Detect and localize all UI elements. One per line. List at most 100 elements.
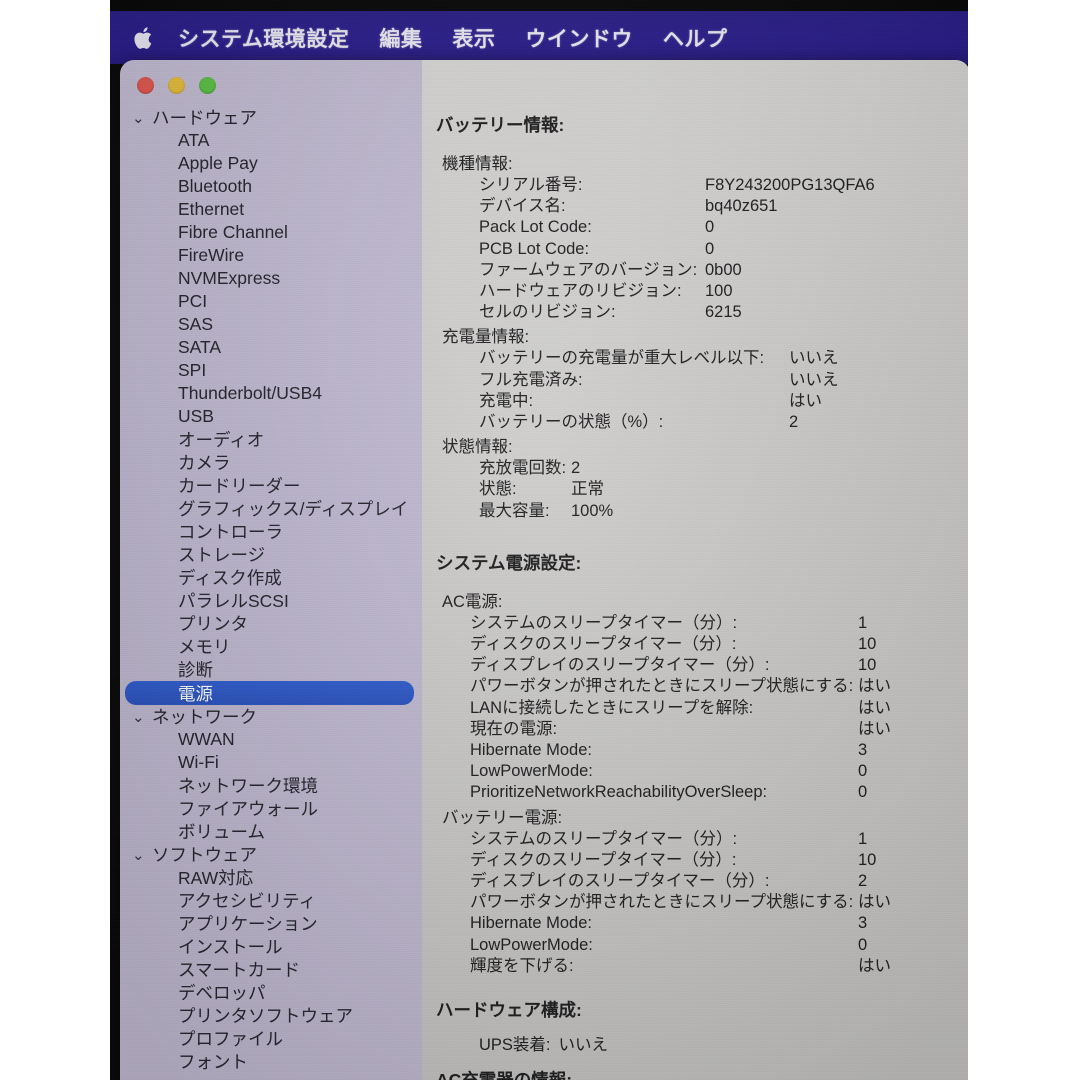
sidebar-item-label: FireWire bbox=[178, 245, 245, 265]
sidebar-item-item-38[interactable]: デベロッパ bbox=[120, 981, 422, 1004]
info-row-value: はい bbox=[789, 391, 822, 410]
menu-item-edit[interactable]: 編集 bbox=[379, 23, 422, 53]
info-row-label: ディスクのスリープタイマー（分）: bbox=[470, 635, 737, 654]
sidebar-item-scsi[interactable]: パラレルSCSI bbox=[120, 589, 422, 612]
info-row-label: Pack Lot Code: bbox=[479, 218, 592, 237]
sidebar-item-item-41[interactable]: フォント bbox=[120, 1050, 422, 1073]
close-button[interactable] bbox=[137, 76, 154, 94]
info-row-label: 現在の電源: bbox=[470, 719, 558, 738]
info-row: PrioritizeNetworkReachabilityOverSleep: 0 bbox=[422, 782, 968, 803]
sidebar-item-item-36[interactable]: インストール bbox=[120, 935, 422, 958]
sidebar-item-item-14[interactable]: オーディオ bbox=[120, 428, 422, 451]
sidebar-item-item-16[interactable]: カードリーダー bbox=[120, 474, 422, 497]
menu-item-window[interactable]: ウインドウ bbox=[525, 23, 633, 53]
sidebar-item-item-17[interactable]: グラフィックス/ディスプレイ bbox=[120, 497, 422, 520]
sidebar-item-item-37[interactable]: スマートカード bbox=[120, 958, 422, 981]
sidebar-item-item-22[interactable]: プリンタ bbox=[120, 612, 422, 635]
info-row-label: Hibernate Mode: bbox=[470, 914, 592, 933]
sidebar-item-item-25[interactable]: 電源 bbox=[125, 681, 414, 705]
sidebar-item-wi-fi[interactable]: Wi-Fi bbox=[120, 751, 422, 774]
apple-logo-icon[interactable] bbox=[132, 23, 158, 53]
sidebar-item-item-32[interactable]: ⌄ ソフトウェア bbox=[120, 843, 422, 866]
info-row-label: デバイス名: bbox=[479, 197, 566, 216]
sidebar-item-label: オーディオ bbox=[178, 430, 265, 450]
sidebar-item-item-34[interactable]: アクセシビリティ bbox=[120, 889, 422, 912]
sidebar-item-nvmexpress[interactable]: NVMExpress bbox=[120, 267, 422, 290]
sidebar-item-wwan[interactable]: WWAN bbox=[120, 728, 422, 751]
info-row: 現在の電源: はい bbox=[422, 719, 968, 740]
sidebar-item-label: スマートカード bbox=[178, 960, 300, 980]
sidebar-item-item-0[interactable]: ⌄ ハードウェア bbox=[120, 106, 422, 129]
sidebar-item-label: SAS bbox=[178, 314, 214, 334]
menu-item-app[interactable]: システム環境設定 bbox=[178, 23, 349, 53]
sidebar-item-thunderbolt-usb4[interactable]: Thunderbolt/USB4 bbox=[120, 382, 422, 405]
chevron-down-icon[interactable]: ⌄ bbox=[132, 846, 149, 864]
sidebar-item-fibre-channel[interactable]: Fibre Channel bbox=[120, 221, 422, 244]
sidebar-item-item-18[interactable]: コントローラ bbox=[120, 520, 422, 543]
info-row-label: 状態: bbox=[479, 480, 517, 499]
sidebar-item-item-23[interactable]: メモリ bbox=[120, 635, 422, 658]
sidebar-item-label: Ethernet bbox=[178, 199, 245, 219]
sidebar-item-item-30[interactable]: ファイアウォール bbox=[120, 797, 422, 820]
sidebar-item-label: コントローラ bbox=[178, 522, 283, 542]
sidebar-item-firewire[interactable]: FireWire bbox=[120, 244, 422, 267]
menu-item-help[interactable]: ヘルプ bbox=[663, 23, 728, 53]
info-row-value: 0 bbox=[705, 239, 715, 258]
info-row: Hibernate Mode: 3 bbox=[422, 740, 968, 761]
chevron-down-icon[interactable]: ⌄ bbox=[132, 109, 149, 127]
sidebar-item-label: アプリケーション bbox=[178, 914, 318, 934]
subsection-battery-power: バッテリー電源: bbox=[442, 808, 563, 827]
sidebar-item-item-20[interactable]: ディスク作成 bbox=[120, 566, 422, 589]
info-row-value: 1 bbox=[858, 613, 868, 632]
sidebar-item-item-35[interactable]: アプリケーション bbox=[120, 912, 422, 935]
sidebar-item-item-24[interactable]: 診断 bbox=[120, 658, 422, 681]
info-row-value: 6215 bbox=[705, 303, 742, 322]
sidebar-item-raw[interactable]: RAW対応 bbox=[120, 866, 422, 889]
sidebar-item-label: デベロッパ bbox=[178, 983, 266, 1003]
info-row-value: はい bbox=[858, 698, 891, 717]
info-row: パワーボタンが押されたときにスリープ状態にする: はい bbox=[422, 676, 968, 697]
sidebar-item-label: ボリューム bbox=[178, 822, 265, 842]
sidebar-item-pci[interactable]: PCI bbox=[120, 290, 422, 313]
info-row: UPS装着: いいえ bbox=[422, 1035, 968, 1056]
sidebar-item-item-39[interactable]: プリンタソフトウェア bbox=[120, 1004, 422, 1027]
info-row: 充電中: はい bbox=[422, 391, 968, 412]
menu-item-view[interactable]: 表示 bbox=[452, 23, 495, 53]
info-row: LowPowerMode: 0 bbox=[422, 935, 968, 956]
sidebar-item-sas[interactable]: SAS bbox=[120, 313, 422, 336]
subsection-battery-status: 状態情報: bbox=[442, 438, 513, 457]
sidebar-item-usb[interactable]: USB bbox=[120, 405, 422, 428]
sidebar-item-label: SATA bbox=[178, 337, 222, 357]
info-row-value: 3 bbox=[858, 741, 868, 760]
info-row-value: 100 bbox=[705, 282, 733, 301]
sidebar-item-ata[interactable]: ATA bbox=[120, 129, 422, 152]
sidebar-item-item-26[interactable]: ⌄ ネットワーク bbox=[120, 705, 422, 728]
sidebar-item-ethernet[interactable]: Ethernet bbox=[120, 198, 422, 221]
info-row: システムのスリープタイマー（分）: 1 bbox=[422, 613, 968, 634]
info-row-value: はい bbox=[858, 893, 891, 912]
info-row: ディスプレイのスリープタイマー（分）: 10 bbox=[422, 655, 968, 676]
sidebar-item-bluetooth[interactable]: Bluetooth bbox=[120, 175, 422, 198]
minimize-button[interactable] bbox=[168, 76, 185, 94]
sidebar-item-label: ファイアウォール bbox=[178, 799, 318, 819]
sidebar-item-label: 診断 bbox=[178, 660, 213, 680]
info-row-value: 0 bbox=[858, 783, 868, 802]
sidebar-item-item-31[interactable]: ボリューム bbox=[120, 820, 422, 843]
sidebar-item-label: ネットワーク bbox=[152, 707, 257, 727]
content-panel[interactable]: バッテリー情報: 機種情報: シリアル番号: F8Y243200PG13QFA6 デ… bbox=[422, 60, 968, 1080]
sidebar-item-sata[interactable]: SATA bbox=[120, 336, 422, 359]
chevron-down-icon[interactable]: ⌄ bbox=[132, 708, 149, 726]
section-title-battery: バッテリー情報: bbox=[436, 115, 565, 135]
sidebar-item-apple-pay[interactable]: Apple Pay bbox=[120, 152, 422, 175]
system-information-window: ⌄ ハードウェア ATA Apple Pay Bluetooth Ethernet Fibr… bbox=[120, 60, 968, 1080]
info-row: フル充電済み: いいえ bbox=[422, 370, 968, 391]
sidebar-item-spi[interactable]: SPI bbox=[120, 359, 422, 382]
sidebar-item-item-15[interactable]: カメラ bbox=[120, 451, 422, 474]
info-row: ディスクのスリープタイマー（分）: 10 bbox=[422, 634, 968, 655]
info-row-value: 2 bbox=[789, 413, 799, 432]
sidebar-item-item-29[interactable]: ネットワーク環境 bbox=[120, 774, 422, 797]
sidebar-item-item-40[interactable]: プロファイル bbox=[120, 1027, 422, 1050]
zoom-button[interactable] bbox=[199, 76, 216, 94]
sidebar-item-item-19[interactable]: ストレージ bbox=[120, 543, 422, 566]
sidebar-item-label: ソフトウェア bbox=[152, 845, 257, 865]
